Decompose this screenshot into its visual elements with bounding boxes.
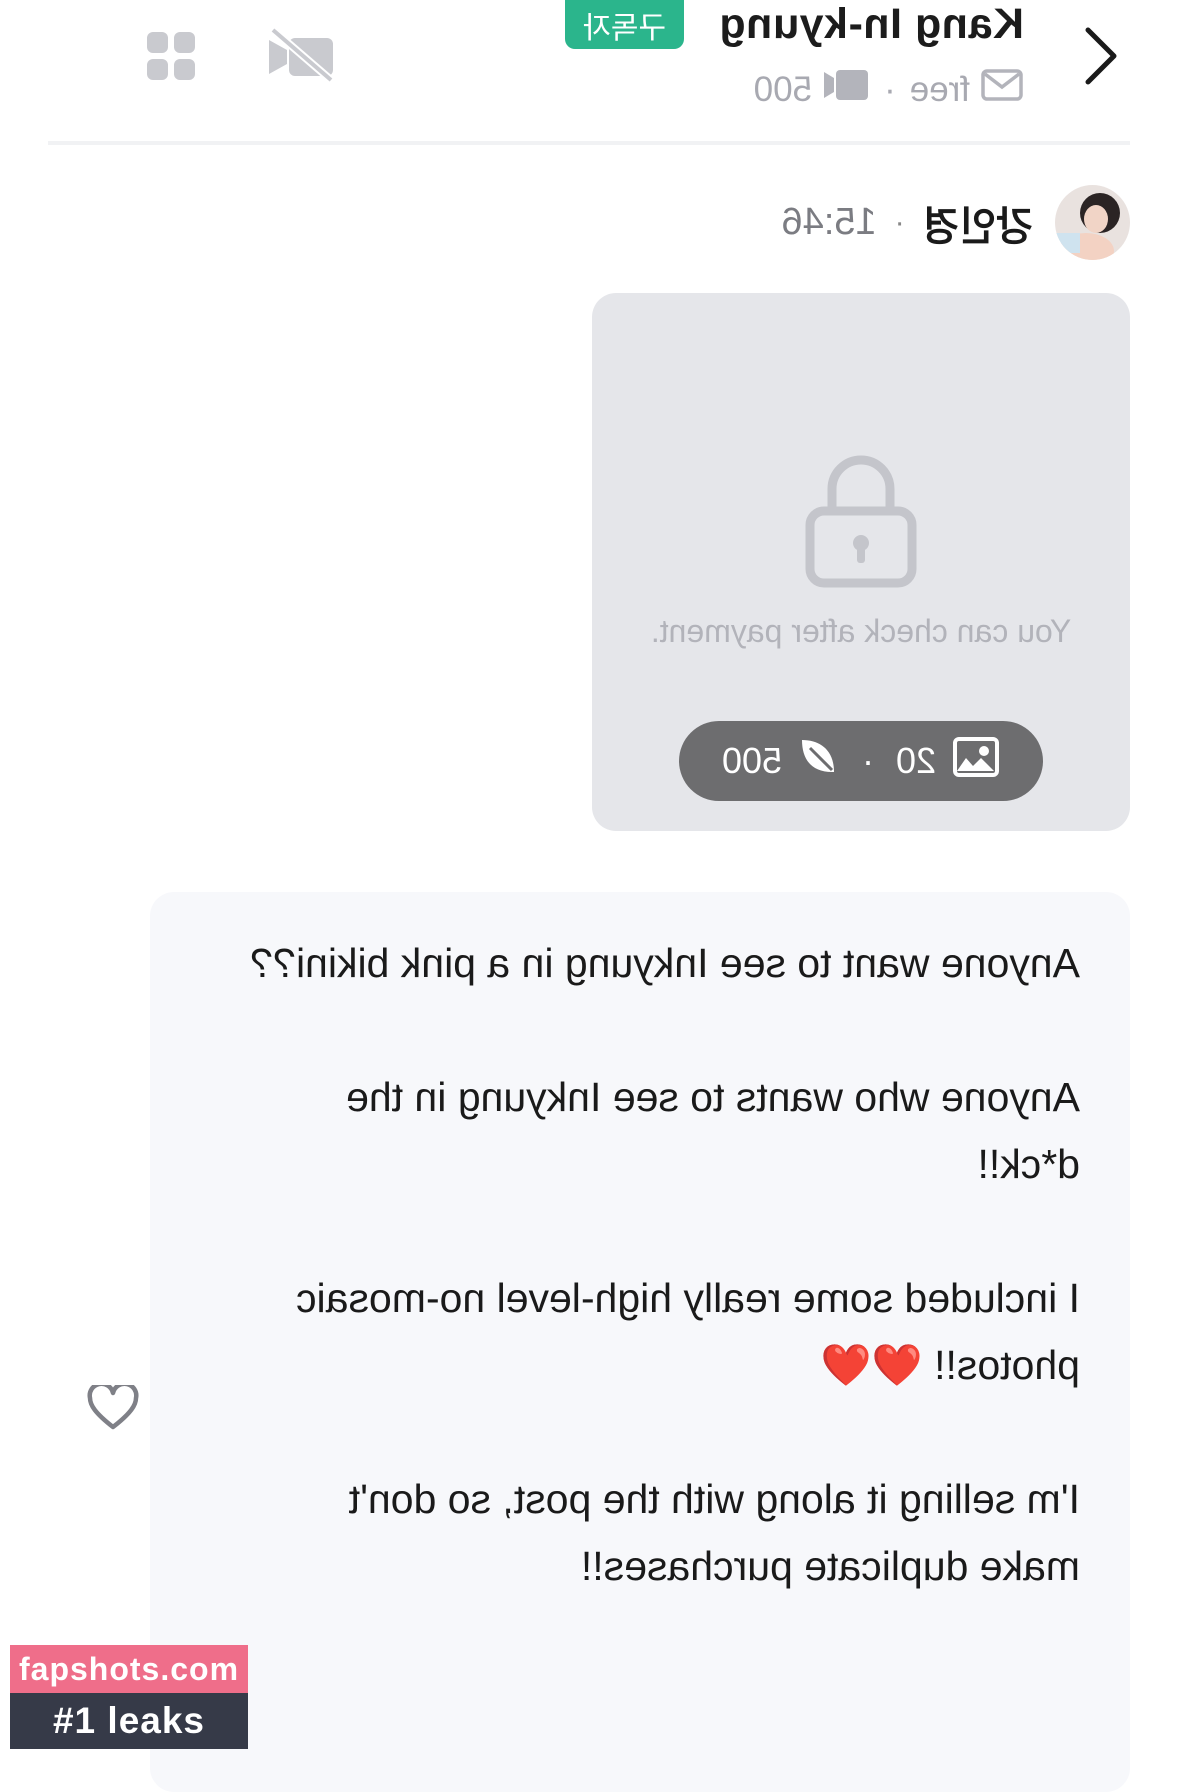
avatar[interactable]: [1055, 185, 1130, 260]
watermark: fapshots.com #1 leaks: [10, 1645, 248, 1749]
video-off-button[interactable]: [265, 26, 337, 89]
media-count: 500: [753, 69, 813, 109]
heart-icon: [87, 1381, 139, 1435]
watermark-tagline: #1 leaks: [10, 1693, 248, 1749]
video-icon: [822, 68, 870, 111]
image-icon: [952, 736, 1000, 787]
body-paragraph: I included some really high-level no-mos…: [296, 1275, 1080, 1388]
body-paragraph: Anyone want to see Inkyung in a pink bik…: [250, 940, 1080, 986]
leaf-icon: [798, 736, 840, 787]
post-time: 15:46: [781, 201, 877, 243]
watermark-site: fapshots.com: [10, 1645, 248, 1693]
creator-name: Kang In-kyung: [718, 0, 1024, 48]
creator-info[interactable]: Kang In-kyung 구독자 free · 500: [464, 0, 1024, 120]
plan-label: free: [909, 69, 970, 109]
author-name: 강인경: [922, 204, 1033, 249]
body-paragraph: Anyone who wants to see Inkyung in the d…: [346, 1074, 1080, 1187]
pill-separator: ·: [862, 740, 875, 781]
header-bar: Kang In-kyung 구독자 free · 500: [0, 0, 1179, 145]
video-off-icon: [265, 26, 337, 89]
header-divider: [48, 141, 1130, 145]
lock-icon: [804, 453, 918, 594]
like-button[interactable]: [87, 1381, 139, 1436]
unlock-price-button[interactable]: 20 · 500: [679, 721, 1043, 801]
image-count: 20: [896, 740, 937, 781]
locked-message: You can check after payment.: [650, 613, 1072, 649]
header-actions: [145, 26, 337, 89]
author-separator: ·: [894, 205, 905, 239]
grid-icon: [145, 30, 197, 87]
post-text-card: Anyone want to see Inkyung in a pink bik…: [150, 892, 1130, 1792]
post-author-row: 강인경 · 15:46: [781, 185, 1130, 260]
creator-meta: free · 500: [754, 68, 1024, 111]
mail-icon: [980, 68, 1024, 111]
chevron-left-icon: [1084, 26, 1118, 91]
locked-media-card[interactable]: You can check after payment. 20 · 500: [592, 293, 1130, 831]
meta-separator: ·: [884, 69, 896, 109]
post-body: Anyone want to see Inkyung in a pink bik…: [250, 930, 1080, 1667]
back-button[interactable]: [1073, 20, 1129, 96]
price-value: 500: [721, 740, 783, 781]
grid-view-button[interactable]: [145, 30, 197, 87]
body-paragraph: I'm selling it along with the post, so d…: [348, 1476, 1080, 1589]
subscriber-badge: 구독자: [565, 0, 684, 49]
